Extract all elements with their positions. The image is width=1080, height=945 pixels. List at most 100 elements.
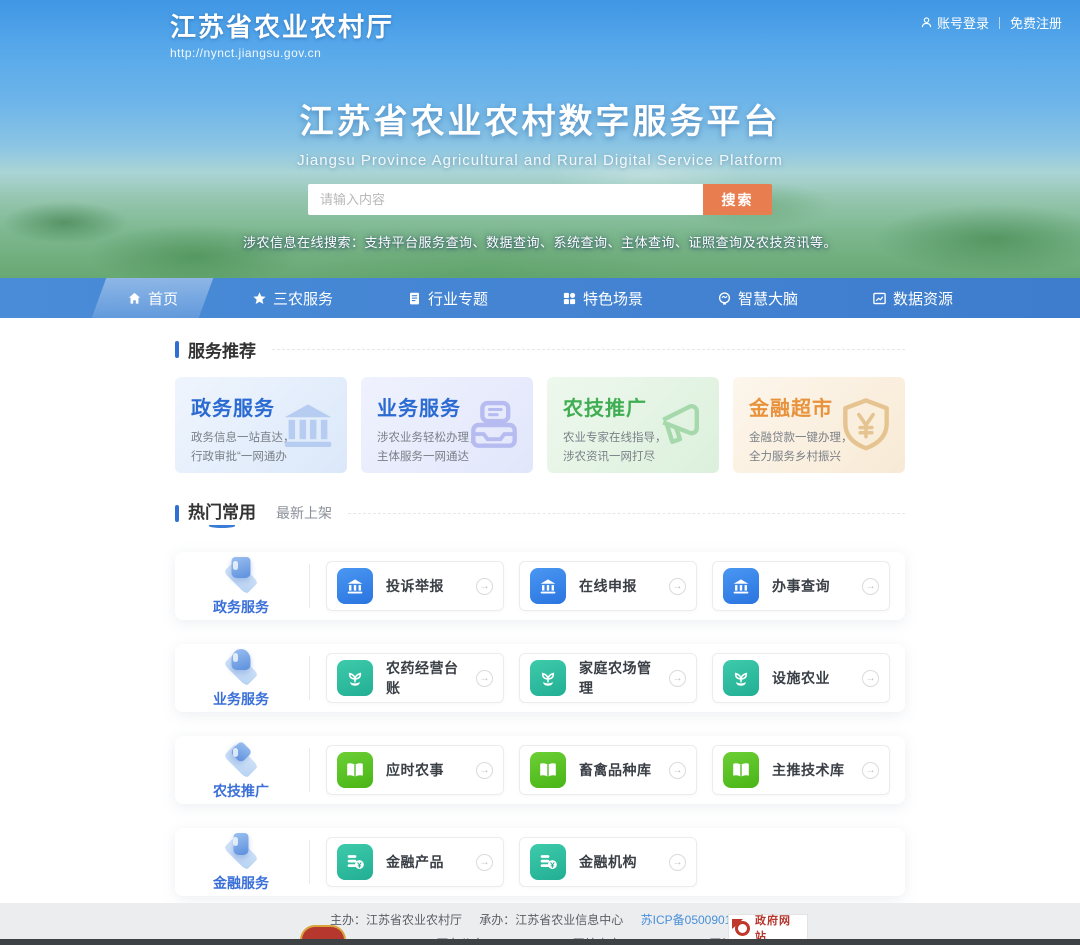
nav-label: 三农服务: [273, 288, 333, 309]
category-label: 农技推广: [189, 781, 293, 801]
item-family-farm[interactable]: 家庭农场管理 →: [519, 653, 697, 703]
user-icon: [920, 16, 933, 29]
item-label: 家庭农场管理: [579, 658, 656, 698]
category-finance: 金融服务: [189, 832, 293, 893]
footer: 主办：江苏省农业农村厅 承办：江苏省农业信息中心 苏ICP备05009012号 …: [0, 903, 1080, 945]
item-list: 金融产品 → 金融机构 →: [326, 837, 697, 887]
nav-item-brain[interactable]: 智慧大脑: [695, 278, 820, 318]
main-content: 服务推荐 政务服务 政务信息一站直达， 行政审批“一网通办 业务服务 涉农业务轻…: [175, 337, 905, 896]
item-label: 应时农事: [386, 760, 463, 780]
top-bar: 江苏省农业农村厅 http://nynct.jiangsu.gov.cn 账号登…: [0, 0, 1080, 60]
arrow-right-icon: →: [669, 854, 686, 871]
nav-item-data[interactable]: 数据资源: [850, 278, 975, 318]
search-input[interactable]: [308, 184, 703, 215]
open-book-icon: [723, 752, 759, 788]
item-label: 金融产品: [386, 852, 463, 872]
footer-organizer: 承办：江苏省农业信息中心: [479, 913, 623, 927]
item-label: 金融机构: [579, 852, 656, 872]
card-government-services[interactable]: 政务服务 政务信息一站直达， 行政审批“一网通办: [175, 377, 347, 473]
recommend-cards: 政务服务 政务信息一站直达， 行政审批“一网通办 业务服务 涉农业务轻松办理， …: [175, 377, 905, 473]
divider: [309, 840, 310, 884]
item-complaint-report[interactable]: 投诉举报 →: [326, 561, 504, 611]
nav-item-sannong[interactable]: 三农服务: [230, 278, 355, 318]
section-marker: [175, 341, 179, 358]
data-chart-icon: [872, 291, 887, 306]
card-finance-market[interactable]: 金融超市 金融贷款一键办理， 全力服务乡村振兴: [733, 377, 905, 473]
star-icon: [252, 291, 267, 306]
account-links: 账号登录 免费注册: [920, 13, 1062, 32]
page: 江苏省农业农村厅 http://nynct.jiangsu.gov.cn 账号登…: [0, 0, 1080, 945]
category-illustration-government: [216, 556, 266, 594]
register-label: 免费注册: [1010, 13, 1062, 32]
item-label: 设施农业: [772, 668, 849, 688]
login-label: 账号登录: [937, 13, 989, 32]
nav-label: 行业专题: [428, 288, 488, 309]
footer-bottom-strip: [0, 939, 1080, 945]
category-illustration-finance: [216, 832, 266, 870]
category-label: 金融服务: [189, 873, 293, 893]
brain-icon: [717, 291, 732, 306]
arrow-right-icon: →: [862, 762, 879, 779]
arrow-right-icon: →: [862, 578, 879, 595]
item-livestock-breed-db[interactable]: 畜禽品种库 →: [519, 745, 697, 795]
arrow-right-icon: →: [476, 670, 493, 687]
search-hint: 涉农信息在线搜索：支持平台服务查询、数据查询、系统查询、主体查询、证照查询及农技…: [0, 232, 1080, 251]
platform-subtitle: Jiangsu Province Agricultural and Rural …: [0, 152, 1080, 169]
card-business-services[interactable]: 业务服务 涉农业务轻松办理， 主体服务一网通达: [361, 377, 533, 473]
divider: [348, 513, 905, 514]
nav-item-industry[interactable]: 行业专题: [385, 278, 510, 318]
category-government: 政务服务: [189, 556, 293, 617]
gov-badge-icon: [735, 921, 750, 936]
item-list: 农药经营台账 → 家庭农场管理 → 设施农业 →: [326, 653, 890, 703]
item-facility-agriculture[interactable]: 设施农业 →: [712, 653, 890, 703]
search-bar: 搜索: [0, 184, 1080, 215]
gov-website-badge[interactable]: 政府网站: [728, 914, 808, 942]
inbox-chat-icon: [463, 394, 525, 456]
category-illustration-business: [216, 648, 266, 686]
active-tab-underline: [209, 524, 235, 528]
service-row-finance: 金融服务 金融产品 → 金融机构 →: [175, 828, 905, 896]
register-link[interactable]: 免费注册: [1010, 13, 1062, 32]
tab-hot-label: 热门常用: [188, 503, 256, 522]
tab-newest[interactable]: 最新上架: [276, 503, 332, 523]
item-label: 农药经营台账: [386, 658, 463, 698]
nav-label: 数据资源: [893, 288, 953, 309]
item-pesticide-ledger[interactable]: 农药经营台账 →: [326, 653, 504, 703]
category-label: 政务服务: [189, 597, 293, 617]
coins-icon: [530, 844, 566, 880]
arrow-right-icon: →: [476, 762, 493, 779]
divider: [309, 564, 310, 608]
item-financial-institutions[interactable]: 金融机构 →: [519, 837, 697, 887]
item-list: 应时农事 → 畜禽品种库 → 主推技术库 →: [326, 745, 890, 795]
item-financial-products[interactable]: 金融产品 →: [326, 837, 504, 887]
divider: [272, 349, 905, 350]
item-affairs-inquiry[interactable]: 办事查询 →: [712, 561, 890, 611]
tab-hot-common[interactable]: 热门常用: [188, 498, 256, 528]
search-button[interactable]: 搜索: [703, 184, 772, 215]
section-marker: [175, 505, 179, 522]
national-emblem-badge: [300, 925, 346, 940]
nav-item-home[interactable]: 首页: [105, 278, 200, 318]
sprout-icon: [723, 660, 759, 696]
item-list: 投诉举报 → 在线申报 → 办事查询 →: [326, 561, 890, 611]
item-online-declaration[interactable]: 在线申报 →: [519, 561, 697, 611]
arrow-right-icon: →: [476, 854, 493, 871]
category-label: 业务服务: [189, 689, 293, 709]
item-main-technology-db[interactable]: 主推技术库 →: [712, 745, 890, 795]
grid-icon: [562, 291, 577, 306]
hero-banner: 江苏省农业农村厅 http://nynct.jiangsu.gov.cn 账号登…: [0, 0, 1080, 278]
nav-label: 首页: [148, 288, 178, 309]
coins-icon: [337, 844, 373, 880]
arrow-right-icon: →: [669, 578, 686, 595]
item-seasonal-farming[interactable]: 应时农事 →: [326, 745, 504, 795]
login-link[interactable]: 账号登录: [920, 13, 989, 32]
open-book-icon: [337, 752, 373, 788]
recommend-section-title: 服务推荐: [188, 337, 256, 362]
item-label: 主推技术库: [772, 760, 849, 780]
nav-label: 智慧大脑: [738, 288, 798, 309]
nav-item-scenes[interactable]: 特色场景: [540, 278, 665, 318]
shield-yuan-icon: [835, 394, 897, 456]
sprout-icon: [530, 660, 566, 696]
card-agritech-extension[interactable]: 农技推广 农业专家在线指导， 涉农资讯一网打尽: [547, 377, 719, 473]
open-book-icon: [530, 752, 566, 788]
